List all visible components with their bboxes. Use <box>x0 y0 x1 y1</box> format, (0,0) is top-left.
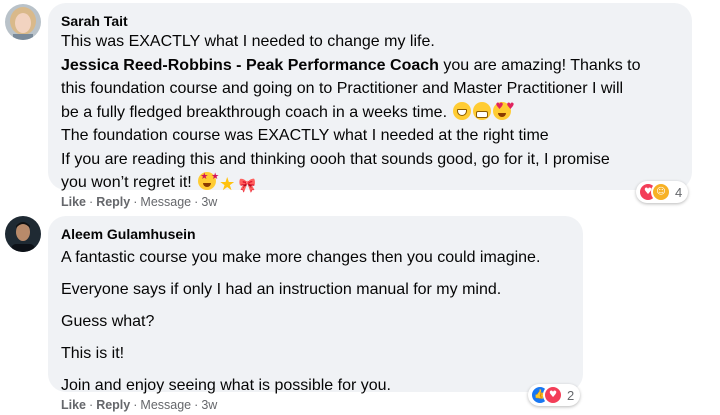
comment-author[interactable]: Sarah Tait <box>61 12 128 30</box>
avatar-sarah-image <box>5 4 41 40</box>
separator: · <box>194 398 199 412</box>
reactions-summary[interactable]: 👍 ♥ 2 <box>528 384 581 406</box>
star-emoji: ★ <box>219 174 236 195</box>
comment-text: This was EXACTLY what I needed to change… <box>61 30 641 195</box>
comment-actions: Like · Reply · Message · 3w <box>61 194 217 210</box>
like-button[interactable]: Like <box>61 195 86 209</box>
avatar[interactable] <box>5 216 41 252</box>
reactions-summary[interactable]: ♥ ☺ 4 <box>636 181 689 203</box>
comment-line-text: you won’t regret it! <box>61 174 192 191</box>
comment-text: A fantastic course you make more changes… <box>61 243 540 401</box>
comment-timestamp[interactable]: 3w <box>201 195 217 209</box>
ribbon-emoji: 🎀 <box>238 178 256 194</box>
message-button[interactable]: Message <box>140 398 191 412</box>
reply-button[interactable]: Reply <box>96 195 130 209</box>
separator: · <box>194 195 199 209</box>
comment-line: Guess what? <box>61 313 155 330</box>
comment-line: This is it! <box>61 345 125 362</box>
like-button[interactable]: Like <box>61 398 86 412</box>
heart-eyes-emoji <box>493 101 514 120</box>
avatar[interactable] <box>5 4 41 40</box>
comment-line-text: be a fully fledged breakthrough coach in… <box>61 103 448 121</box>
love-reaction-icon: ♥ <box>543 385 563 405</box>
comment-line: If you are reading this and thinking ooo… <box>61 150 610 168</box>
reaction-count: 4 <box>675 184 683 200</box>
comment-line: this foundation course and going on to P… <box>61 80 624 97</box>
grinning-face-emoji <box>453 101 472 120</box>
message-button[interactable]: Message <box>140 195 191 209</box>
comment-line: A fantastic course you make more changes… <box>61 249 541 266</box>
comment-line: This was EXACTLY what I needed to change… <box>61 33 435 50</box>
separator: · <box>133 398 138 412</box>
separator: · <box>89 195 94 209</box>
comment-line: be a fully fledged breakthrough coach in… <box>61 101 641 125</box>
care-reaction-icon: ☺ <box>651 182 671 202</box>
comment-line: you won’t regret it! ★🎀 <box>61 171 641 195</box>
comment-line: Everyone says if only I had an instructi… <box>61 281 502 298</box>
comment-author[interactable]: Aleem Gulamhusein <box>61 225 196 243</box>
star-struck-emoji <box>198 172 219 190</box>
comment-line: The foundation course was EXACTLY what I… <box>61 127 549 144</box>
reaction-count: 2 <box>567 387 575 403</box>
comment-timestamp[interactable]: 3w <box>201 398 217 412</box>
grimacing-face-emoji <box>473 101 492 120</box>
reply-button[interactable]: Reply <box>96 398 130 412</box>
comment-actions: Like · Reply · Message · 3w <box>61 397 217 413</box>
comment-line-text: you are amazing! Thanks to <box>438 56 641 74</box>
separator: · <box>133 195 138 209</box>
mention-link[interactable]: Jessica Reed-Robbins - Peak Performance … <box>61 57 439 74</box>
comment-line: Jessica Reed-Robbins - Peak Performance … <box>61 54 641 78</box>
avatar-aleem-image <box>5 216 41 252</box>
separator: · <box>89 398 94 412</box>
